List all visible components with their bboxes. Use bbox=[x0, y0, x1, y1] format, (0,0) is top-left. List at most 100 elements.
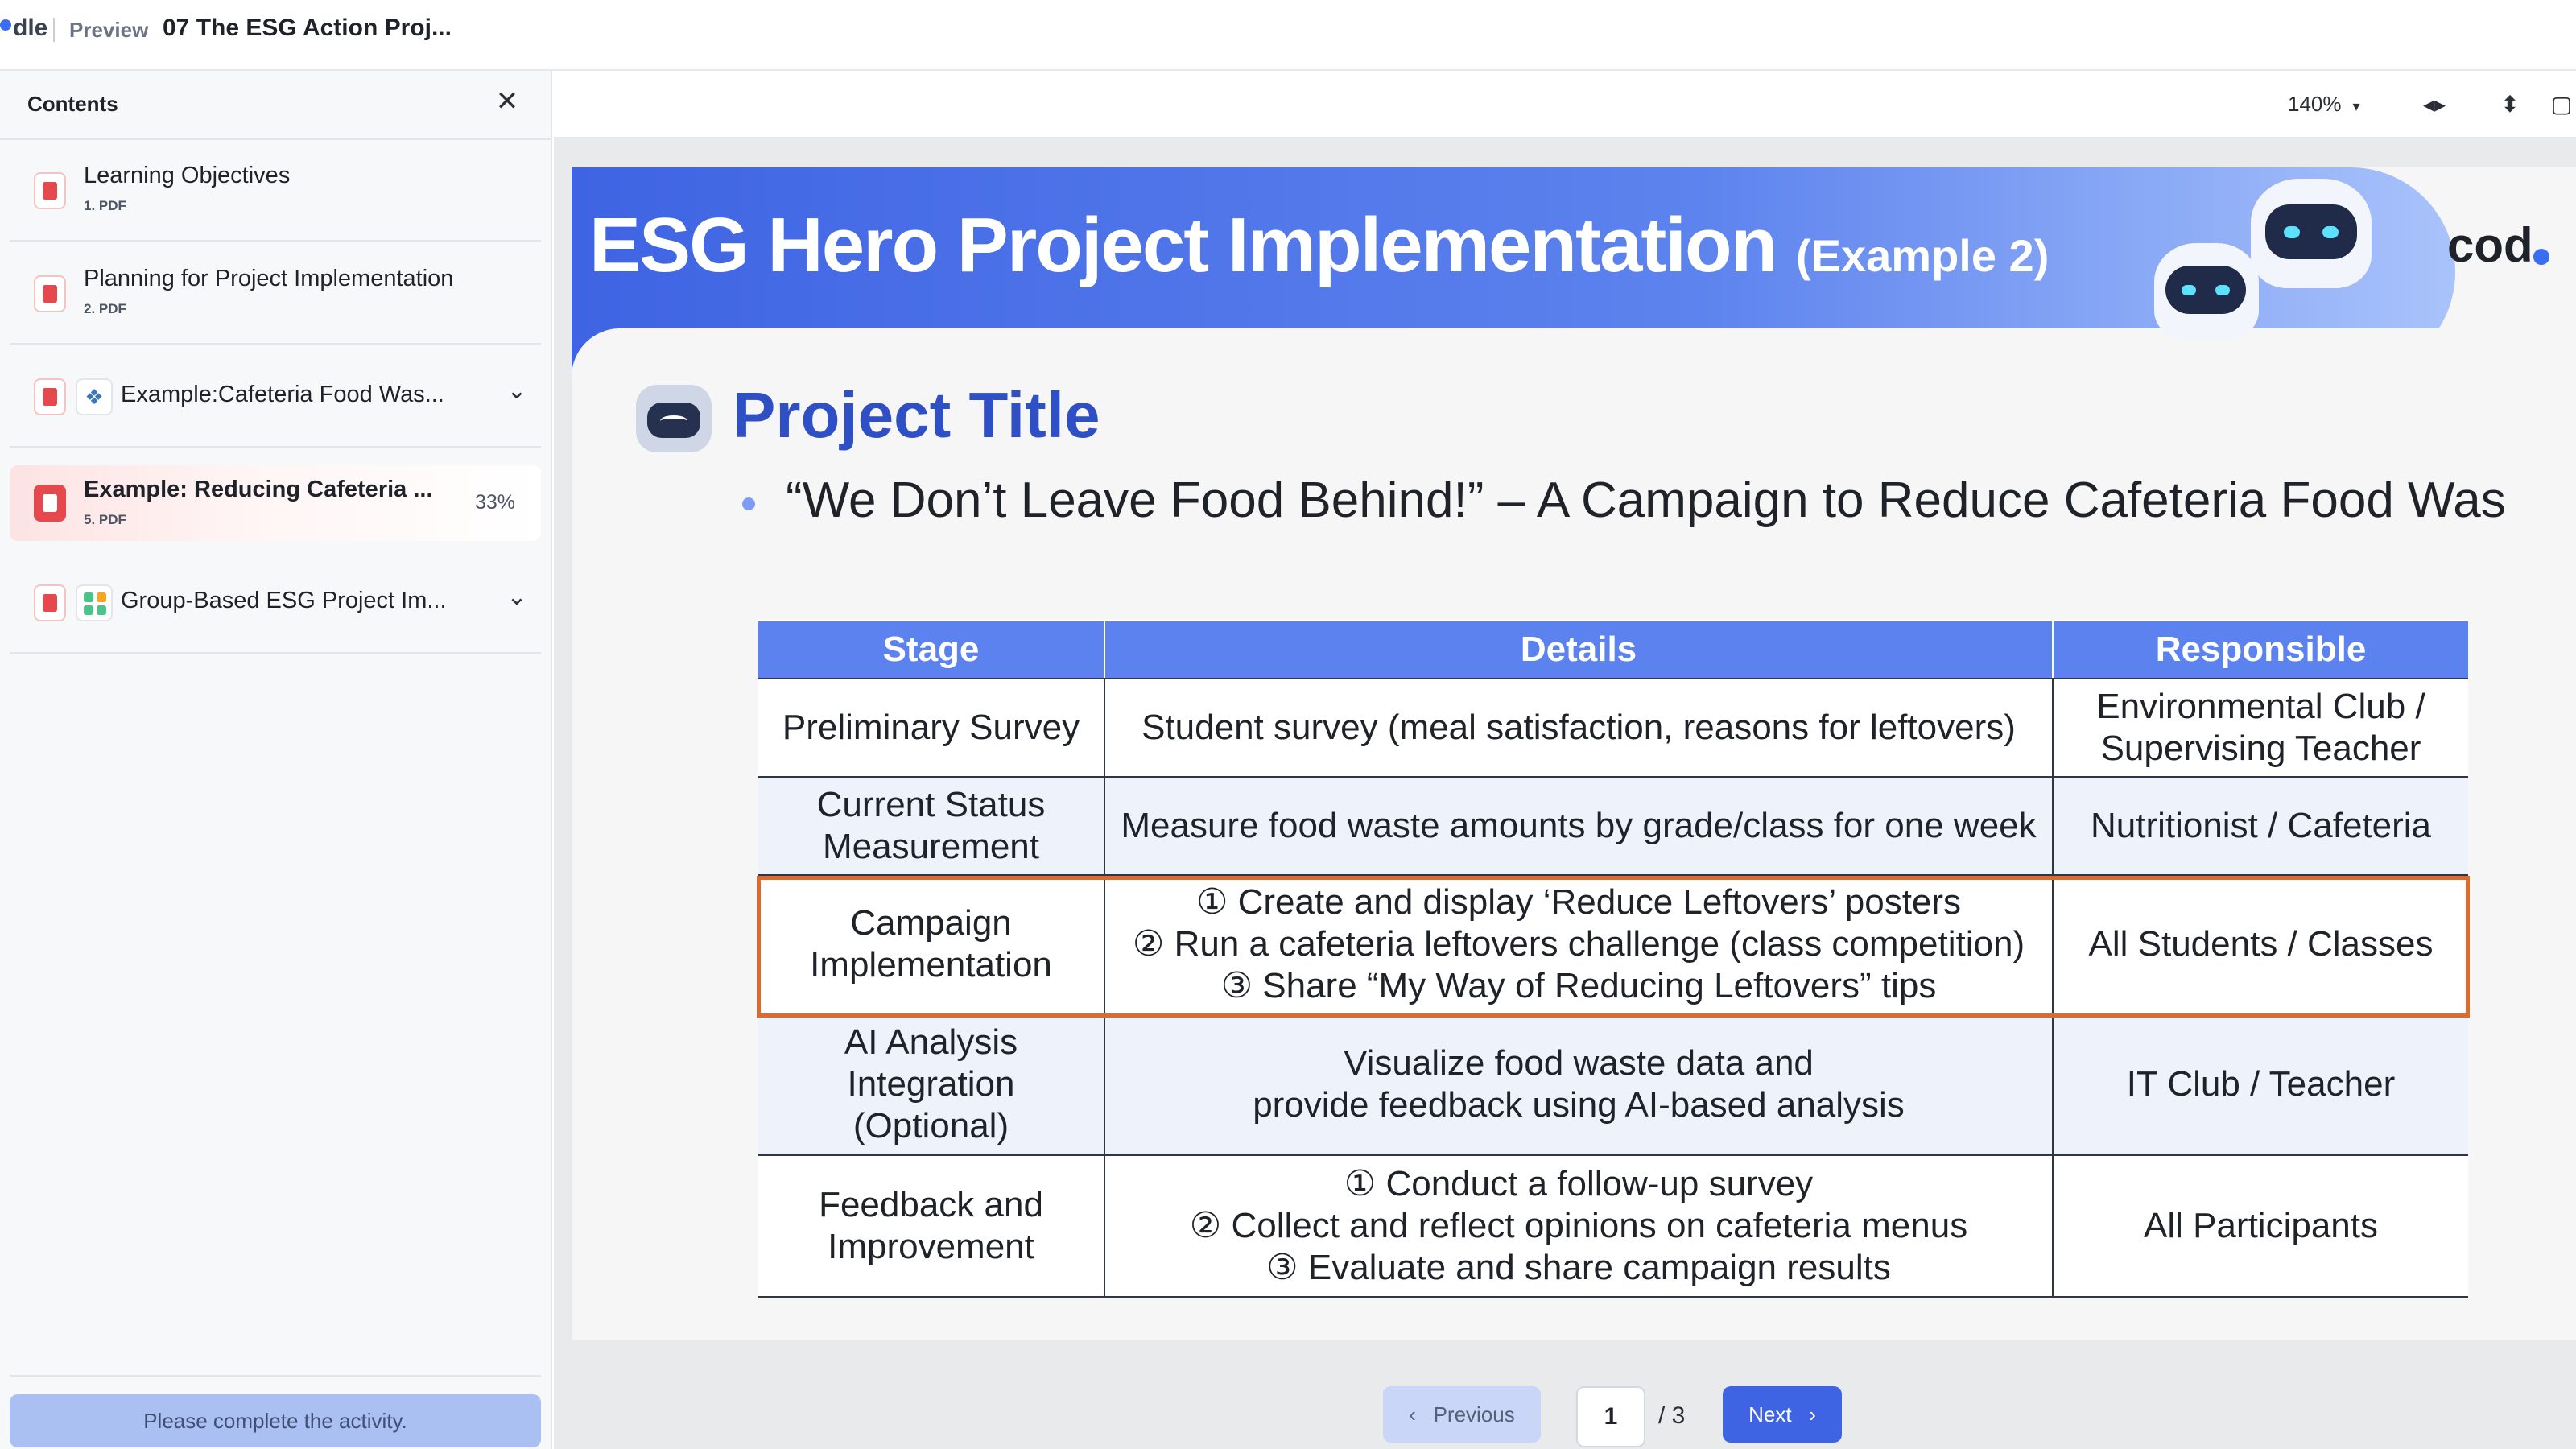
sidebar-item-planning[interactable]: Planning for Project Implementation 2. P… bbox=[10, 243, 541, 345]
table-row: Preliminary Survey Student survey (meal … bbox=[758, 679, 2468, 778]
pdf-icon bbox=[34, 275, 66, 312]
cell-line: ① Create and display ‘Reduce Leftovers’ … bbox=[1195, 882, 1962, 922]
cell-line: Improvement bbox=[828, 1227, 1034, 1266]
stage-cell: AI Analysis Integration (Optional) bbox=[758, 1013, 1105, 1156]
cell-line: ③ Evaluate and share campaign results bbox=[1266, 1248, 1891, 1287]
details-cell: Visualize food waste data and provide fee… bbox=[1104, 1013, 2054, 1156]
cell-line: Measurement bbox=[822, 827, 1039, 866]
cell-line: Current Status bbox=[816, 785, 1046, 824]
implementation-table: Stage Details Responsible Preliminary Su… bbox=[758, 620, 2468, 1298]
pagination: ‹ Previous 1 / 3 Next › bbox=[554, 1362, 2576, 1449]
cell-line: ② Collect and reflect opinions on cafete… bbox=[1189, 1206, 1968, 1245]
stage-cell: Feedback and Improvement bbox=[758, 1155, 1105, 1298]
progress-percent: 33% bbox=[475, 491, 516, 514]
details-cell: Student survey (meal satisfaction, reaso… bbox=[1104, 679, 2054, 778]
viewer-toolbar: 140% ▾ ◂▸ ⬍ ▢ bbox=[554, 71, 2576, 138]
responsible-cell: Nutritionist / Cafeteria bbox=[2052, 777, 2468, 876]
table-row: AI Analysis Integration (Optional) Visuali… bbox=[758, 1013, 2468, 1156]
python-icon: ❖ bbox=[76, 378, 113, 415]
cell-line: IT Club / Teacher bbox=[2126, 1064, 2396, 1104]
chevron-right-icon: › bbox=[1809, 1402, 1816, 1426]
chevron-down-icon[interactable]: ⌄ bbox=[501, 581, 533, 613]
robot-mascot-icon bbox=[2251, 179, 2372, 288]
column-header-stage: Stage bbox=[758, 620, 1105, 679]
table-row: Current Status Measurement Measure food w… bbox=[758, 777, 2468, 876]
page-number-input[interactable]: 1 bbox=[1576, 1386, 1645, 1447]
banner-title: ESG Hero Project Implementation (Example… bbox=[589, 202, 2050, 288]
responsible-cell: IT Club / Teacher bbox=[2052, 1013, 2468, 1156]
responsible-cell: All Students / Classes bbox=[2052, 875, 2468, 1014]
sidebar-item-learning-objectives[interactable]: Learning Objectives 1. PDF bbox=[10, 140, 541, 242]
note-icon[interactable]: ▢ bbox=[2544, 87, 2576, 122]
cell-line: Campaign bbox=[850, 903, 1012, 943]
table-row: Feedback and Improvement ① Conduct a foll… bbox=[758, 1155, 2468, 1298]
cell-line: Feedback and bbox=[819, 1185, 1043, 1224]
top-bar: dle Preview 07 The ESG Action Proj... bbox=[0, 0, 2576, 71]
cell-line: Measure food waste amounts by grade/clas… bbox=[1121, 806, 2037, 845]
slide-page: ESG Hero Project Implementation (Example… bbox=[572, 167, 2576, 1340]
cell-line: Supervising Teacher bbox=[2100, 729, 2421, 768]
column-header-responsible: Responsible bbox=[2052, 620, 2468, 679]
document-title: 07 The ESG Action Proj... bbox=[163, 14, 452, 41]
page-total: / 3 bbox=[1658, 1402, 1686, 1429]
cell-line: ① Conduct a follow-up survey bbox=[1344, 1164, 1814, 1203]
pdf-icon bbox=[34, 172, 66, 209]
pdf-icon bbox=[34, 378, 66, 415]
stage-cell: Campaign Implementation bbox=[758, 875, 1105, 1014]
divider bbox=[10, 1375, 541, 1377]
fit-width-icon[interactable]: ◂▸ bbox=[2417, 87, 2452, 122]
code-logo: cod bbox=[2447, 217, 2549, 273]
contents-sidebar: Contents ✕ Learning Objectives 1. PDF Pl… bbox=[0, 71, 552, 1449]
details-cell: ① Create and display ‘Reduce Leftovers’ … bbox=[1104, 875, 2054, 1014]
cell-line: ③ Share “My Way of Reducing Leftovers” t… bbox=[1220, 966, 1937, 1005]
stage-cell: Current Status Measurement bbox=[758, 777, 1105, 876]
chevron-down-icon[interactable]: ⌄ bbox=[501, 375, 533, 407]
bullet-icon bbox=[742, 497, 755, 510]
cell-line: Implementation bbox=[810, 945, 1052, 985]
responsible-cell: All Participants bbox=[2052, 1155, 2468, 1298]
details-cell: Measure food waste amounts by grade/clas… bbox=[1104, 777, 2054, 876]
chevron-left-icon: ‹ bbox=[1409, 1402, 1416, 1426]
previous-button[interactable]: ‹ Previous bbox=[1383, 1386, 1541, 1443]
project-subtitle: “We Don’t Leave Food Behind!” – A Campai… bbox=[786, 473, 2506, 528]
sidebar-item-label: Example:Cafeteria Food Was... bbox=[121, 382, 444, 407]
cell-line: Environmental Club / bbox=[2096, 687, 2425, 726]
preview-label: Preview bbox=[69, 18, 149, 42]
table-row-highlighted: Campaign Implementation ① Create and disp… bbox=[758, 875, 2468, 1014]
next-label: Next bbox=[1748, 1402, 1792, 1426]
cell-line: Student survey (meal satisfaction, reaso… bbox=[1141, 708, 2016, 747]
cell-line: Integration bbox=[847, 1064, 1015, 1104]
cell-line: Preliminary Survey bbox=[782, 708, 1080, 747]
project-title-heading: Project Title bbox=[733, 379, 1100, 451]
pdf-icon bbox=[34, 485, 66, 522]
cell-line: AI Analysis bbox=[844, 1022, 1018, 1062]
fit-height-icon[interactable]: ⬍ bbox=[2492, 87, 2528, 122]
divider bbox=[53, 18, 55, 42]
sidebar-item-group-based-esg[interactable]: Group-Based ESG Project Im... ⌄ bbox=[10, 552, 541, 654]
cell-line: ② Run a cafeteria leftovers challenge (c… bbox=[1132, 924, 2025, 964]
complete-activity-button[interactable]: Please complete the activity. bbox=[10, 1394, 541, 1447]
cell-line: provide feedback using AI-based analysis bbox=[1253, 1085, 1905, 1125]
robot-head-icon bbox=[636, 385, 712, 452]
cell-line: All Students / Classes bbox=[2088, 924, 2434, 964]
close-icon[interactable]: ✕ bbox=[491, 85, 523, 118]
brand-logo[interactable]: dle bbox=[0, 14, 47, 42]
table-header-row: Stage Details Responsible bbox=[758, 620, 2468, 679]
responsible-cell: Environmental Club / Supervising Teacher bbox=[2052, 679, 2468, 778]
cell-line: All Participants bbox=[2143, 1206, 2378, 1245]
sidebar-item-label: Example: Reducing Cafeteria ... bbox=[84, 477, 433, 502]
stage-cell: Preliminary Survey bbox=[758, 679, 1105, 778]
sidebar-item-sub: 5. PDF bbox=[84, 512, 126, 527]
sidebar-item-label: Group-Based ESG Project Im... bbox=[121, 588, 447, 613]
zoom-select[interactable]: 140% ▾ bbox=[2288, 92, 2360, 117]
sidebar-item-sub: 1. PDF bbox=[84, 198, 126, 213]
sidebar-item-sub: 2. PDF bbox=[84, 301, 126, 316]
cell-line: Nutritionist / Cafeteria bbox=[2090, 806, 2432, 845]
next-button[interactable]: Next › bbox=[1723, 1386, 1842, 1443]
pdf-icon bbox=[34, 584, 66, 621]
sidebar-item-cafeteria-food-waste[interactable]: ❖ Example:Cafeteria Food Was... ⌄ bbox=[10, 346, 541, 448]
caret-down-icon: ▾ bbox=[2352, 98, 2360, 114]
sidebar-header: Contents ✕ bbox=[0, 71, 551, 140]
sidebar-item-reducing-cafeteria[interactable]: Example: Reducing Cafeteria ... 5. PDF 3… bbox=[10, 465, 541, 541]
cell-line: (Optional) bbox=[852, 1106, 1009, 1146]
